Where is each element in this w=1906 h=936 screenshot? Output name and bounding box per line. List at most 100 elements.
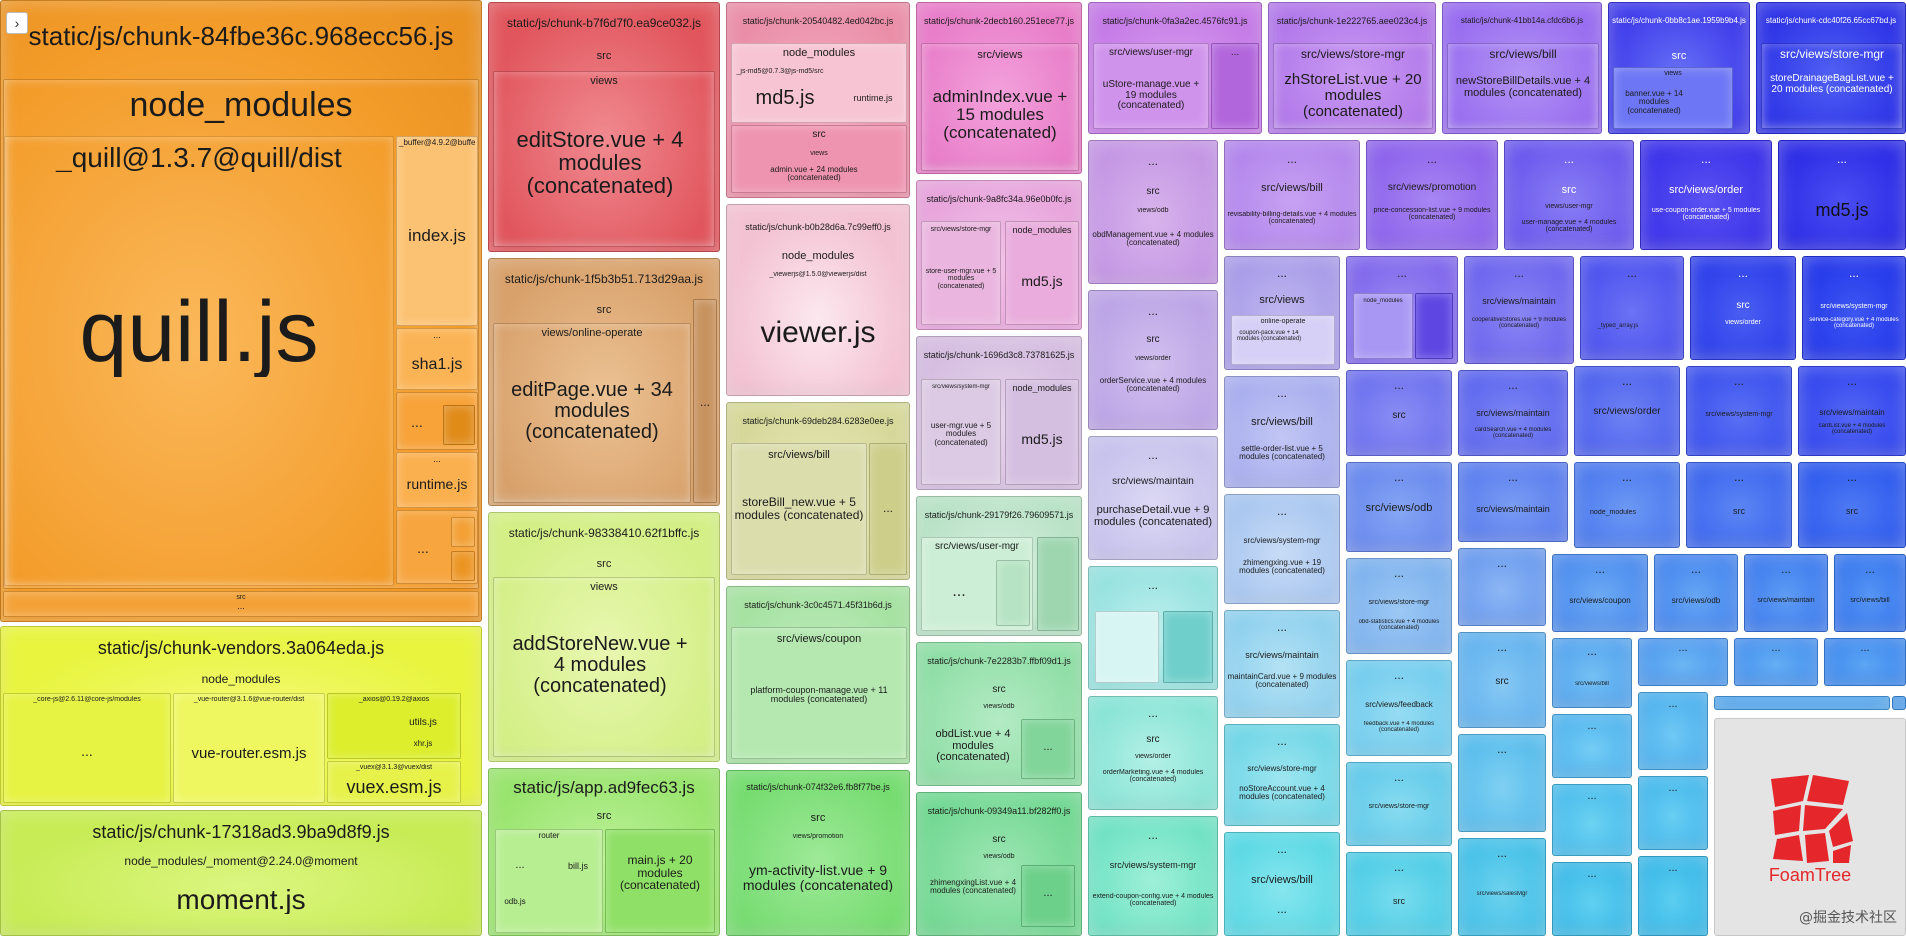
chunk-1e222765-cell[interactable]: static/js/chunk-1e222765.aee023c4.js src… — [1268, 2, 1436, 134]
chunk-strip-b-cell[interactable] — [1892, 696, 1906, 710]
order-marketing-module[interactable]: orderMarketing.vue + 4 modules (concaten… — [1091, 769, 1215, 784]
chunk-settle-cell[interactable]: ... src/views/bill settle-order-list.vue… — [1224, 376, 1340, 488]
chunk-odb-b-cell[interactable]: ... src/views/odb — [1346, 462, 1452, 552]
views-group[interactable]: views addStoreNew.vue + 4 modules (conca… — [493, 577, 715, 757]
revisability-module[interactable]: revisability-billing-details.vue + 4 mod… — [1227, 211, 1357, 226]
zh-store-list-module[interactable]: zhStoreList.vue + 20 modules (concatenat… — [1276, 72, 1430, 119]
main-module[interactable]: main.js + 20 modules (concatenated) — [605, 829, 715, 933]
chunk-odb-c-cell[interactable]: ... src/views/odb — [1654, 554, 1738, 632]
chunk-17318-cell[interactable]: static/js/chunk-17318ad3.9ba9d8f9.js nod… — [0, 810, 482, 936]
chunk-no-store-cell[interactable]: ... src/views/store-mgr noStoreAccount.v… — [1224, 724, 1340, 826]
xhr-module[interactable]: xhr.js — [388, 740, 458, 748]
chunk-card-search-cell[interactable]: ... src/views/maintain cardSearch.vue + … — [1458, 370, 1568, 456]
online-operate-group[interactable]: views/online-operate editPage.vue + 34 m… — [493, 323, 691, 503]
chunk-2decb160-cell[interactable]: static/js/chunk-2decb160.251ece77.js src… — [916, 2, 1082, 174]
md5-module[interactable]: md5.js — [1781, 201, 1903, 220]
chunk-maintain-card-cell[interactable]: ... src/views/maintain maintainCard.vue … — [1224, 610, 1340, 718]
chunk-revisability-cell[interactable]: ... src/views/bill revisability-billing-… — [1224, 140, 1360, 250]
chunk-blue-d-cell[interactable]: ... — [1458, 734, 1546, 832]
chunk-maintain-b-cell[interactable]: ... src/views/maintain — [1458, 462, 1568, 542]
chunk-src-c-cell[interactable]: ... src — [1458, 632, 1546, 728]
chunk-0bb8c1ae-cell[interactable]: static/js/chunk-0bb8c1ae.1959b9b4.js src… — [1608, 2, 1750, 134]
store-user-module[interactable]: store-user-mgr.vue + 5 modules (concaten… — [924, 268, 998, 290]
md5-module[interactable]: md5.js — [734, 88, 836, 109]
small-module[interactable] — [451, 517, 475, 547]
chunk-3c0c4571-cell[interactable]: static/js/chunk-3c0c4571.45f31b6d.js src… — [726, 586, 910, 764]
edit-store-module[interactable]: editStore.vue + 4 modules (concatenated) — [508, 128, 692, 197]
vue-router-module[interactable]: vue-router.esm.js — [176, 746, 322, 762]
chunk-coupon-pack-cell[interactable]: ... src/views online-operate coupon-pack… — [1224, 256, 1340, 370]
views-group[interactable]: views banner.vue + 14 modules (concatena… — [1613, 67, 1733, 129]
chunk-node-b-cell[interactable]: ... node_modules — [1574, 462, 1680, 548]
chunk-1696d3c8-cell[interactable]: static/js/chunk-1696d3c8.73781625.js src… — [916, 336, 1082, 490]
chunk-blue-e-cell[interactable]: ... — [1638, 638, 1728, 686]
ustore-manage-module[interactable]: uStore-manage.vue + 19 modules (concaten… — [1096, 80, 1206, 112]
chunk-coupon-b-cell[interactable]: ... src/views/coupon — [1552, 554, 1648, 632]
bill-module[interactable]: bill.js — [556, 862, 600, 871]
chunk-src-b-cell[interactable]: ... src — [1346, 852, 1452, 936]
use-coupon-module[interactable]: use-coupon-order.vue + 5 modules (concat… — [1643, 207, 1769, 222]
edit-page-module[interactable]: editPage.vue + 34 modules (concatenated) — [504, 380, 680, 443]
user-mgr-group[interactable]: src/views/user-mgr ... — [921, 537, 1033, 631]
node-modules-group[interactable]: node_modules _quill@1.3.7@quill/dist qui… — [3, 79, 479, 589]
obd-management-module[interactable]: obdManagement.vue + 4 modules (concatena… — [1091, 231, 1215, 248]
chunk-zhimengxing-cell[interactable]: ... src/views/system-mgr zhimengxing.vue… — [1224, 494, 1340, 604]
chunk-odb-cell[interactable]: ... src views/odb obdManagement.vue + 4 … — [1088, 140, 1218, 284]
views-group[interactable]: views editStore.vue + 4 modules (concate… — [493, 71, 715, 247]
chunk-9a8fc34a-cell[interactable]: static/js/chunk-9a8fc34a.96e0b0fc.js src… — [916, 180, 1082, 330]
settle-order-module[interactable]: settle-order-list.vue + 5 modules (conca… — [1227, 445, 1337, 462]
chunk-order-service-cell[interactable]: ... src views/order orderService.vue + 4… — [1088, 290, 1218, 430]
small-module[interactable] — [1095, 611, 1159, 683]
bill-details-module[interactable]: newStoreBillDetails.vue + 4 modules (con… — [1450, 76, 1596, 99]
chunk-order-c-cell[interactable]: ... src/views/order — [1574, 366, 1680, 456]
store-bill-module[interactable]: storeBill_new.vue + 5 modules (concatena… — [734, 496, 864, 521]
chunk-feedback-cell[interactable]: ... src/views/feedback feedback.vue + 4 … — [1346, 660, 1452, 756]
chunk-98338410-cell[interactable]: static/js/chunk-98338410.62f1bffc.js src… — [488, 512, 720, 762]
chunk-bill-d-cell[interactable]: ... src/views/bill — [1552, 638, 1632, 708]
moment-module[interactable]: moment.js — [3, 885, 479, 914]
side-group[interactable]: ... — [693, 299, 717, 503]
banner-module[interactable]: banner.vue + 14 modules (concatenated) — [1616, 90, 1692, 115]
sha1-group[interactable]: ... sha1.js — [396, 328, 478, 390]
chunk-src-a-cell[interactable]: ... src — [1346, 370, 1452, 456]
src-group[interactable]: src views admin.vue + 24 modules (concat… — [731, 125, 907, 193]
side-group[interactable]: ... — [1211, 43, 1259, 129]
order-service-module[interactable]: orderService.vue + 4 modules (concatenat… — [1091, 377, 1215, 394]
node-modules-group[interactable]: node_modules md5.js — [1005, 379, 1079, 485]
service-category-module[interactable]: service-category.vue + 4 modules (concat… — [1805, 317, 1903, 330]
chunk-29179f26-cell[interactable]: static/js/chunk-29179f26.79609571.js src… — [916, 496, 1082, 636]
card-search-module[interactable]: cardSearch.vue + 4 modules (concatenated… — [1461, 427, 1565, 440]
obd-list-module[interactable]: obdList.vue + 4 modules (concatenated) — [919, 729, 1027, 764]
chunk-use-coupon-cell[interactable]: ... src/views/order use-coupon-order.vue… — [1640, 140, 1772, 250]
app-cell[interactable]: static/js/app.ad9fec63.js src router ...… — [488, 768, 720, 936]
chunk-sales-mgr-cell[interactable]: ... src/views/salesMgr — [1458, 838, 1546, 936]
chunk-obd-statistics-cell[interactable]: ... src/views/store-mgr obd-statistics.v… — [1346, 558, 1452, 654]
chunk-blue-i-cell[interactable]: ... — [1638, 692, 1708, 770]
chunk-blue-l-cell[interactable]: ... — [1552, 862, 1632, 936]
no-store-account-module[interactable]: noStoreAccount.vue + 4 modules (concaten… — [1227, 785, 1337, 802]
chunk-bill-c-cell[interactable]: ... src/views/bill — [1834, 554, 1906, 632]
chunk-cooperative-cell[interactable]: ... src/views/maintain cooperativeStores… — [1464, 256, 1574, 364]
chunk-blue-m-cell[interactable]: ... — [1638, 856, 1708, 936]
maintain-card-module[interactable]: maintainCard.vue + 9 modules (concatenat… — [1227, 673, 1337, 690]
chunk-09349a11-cell[interactable]: static/js/chunk-09349a11.bf282ff0.js src… — [916, 792, 1082, 936]
zhimengxing-list-module[interactable]: zhimengxingList.vue + 4 modules (concate… — [919, 879, 1027, 896]
system-mgr-group[interactable]: src/views/system-mgr user-mgr.vue + 5 mo… — [921, 379, 1001, 485]
small-module[interactable]: ... — [1021, 719, 1075, 779]
extend-coupon-module[interactable]: extend-coupon-config.vue + 4 modules (co… — [1091, 893, 1215, 908]
chunk-maintain-c-cell[interactable]: ... src/views/maintain — [1744, 554, 1828, 632]
chunk-cdc40f26-cell[interactable]: static/js/chunk-cdc40f26.65cc67bd.js src… — [1756, 2, 1906, 134]
router-group[interactable]: router ... bill.js odb.js — [495, 829, 603, 933]
node-modules-group[interactable]: node_modules _js-md5@0.7.3@js-md5/src md… — [731, 43, 907, 123]
vuex-module[interactable]: vuex.esm.js — [330, 778, 458, 797]
chunk-cyan-a-cell[interactable]: ... — [1088, 566, 1218, 690]
user-mgr-module[interactable]: user-mgr.vue + 5 modules (concatenated) — [924, 422, 998, 447]
chunk-bill-b-cell[interactable]: ... src/views/bill ... — [1224, 832, 1340, 936]
small-module[interactable] — [443, 405, 475, 445]
online-operate-group[interactable]: online-operate coupon-pack.vue + 14 modu… — [1231, 315, 1335, 365]
views-group[interactable]: src/views adminIndex.vue + 15 modules (c… — [921, 43, 1079, 171]
index-module[interactable]: index.js — [399, 227, 475, 245]
runtime-module[interactable]: runtime.js — [399, 477, 475, 492]
chunk-card-list-cell[interactable]: ... src/views/maintain cardList.vue + 4 … — [1798, 366, 1906, 456]
chunk-node-a-cell[interactable]: ... node_modules — [1346, 256, 1458, 364]
